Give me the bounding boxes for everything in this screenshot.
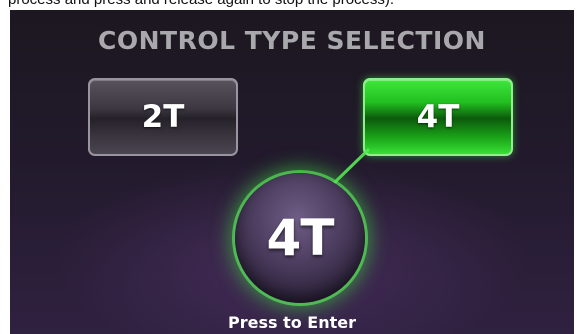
page-title: CONTROL TYPE SELECTION: [98, 26, 486, 55]
control-screen: CONTROL TYPE SELECTION 2T 4T 4T Press to…: [10, 10, 574, 334]
enter-knob-button[interactable]: 4T: [235, 173, 365, 303]
option-4t-label: 4T: [416, 99, 460, 135]
enter-hint: Press to Enter: [227, 313, 356, 332]
caption-strip: process and press and release again to s…: [0, 0, 584, 10]
option-2t-button[interactable]: 2T: [88, 78, 238, 156]
knob-label: 4T: [266, 209, 335, 267]
caption-text: process and press and release again to s…: [8, 0, 584, 9]
option-4t-button[interactable]: 4T: [363, 78, 513, 156]
option-2t-label: 2T: [141, 99, 185, 135]
